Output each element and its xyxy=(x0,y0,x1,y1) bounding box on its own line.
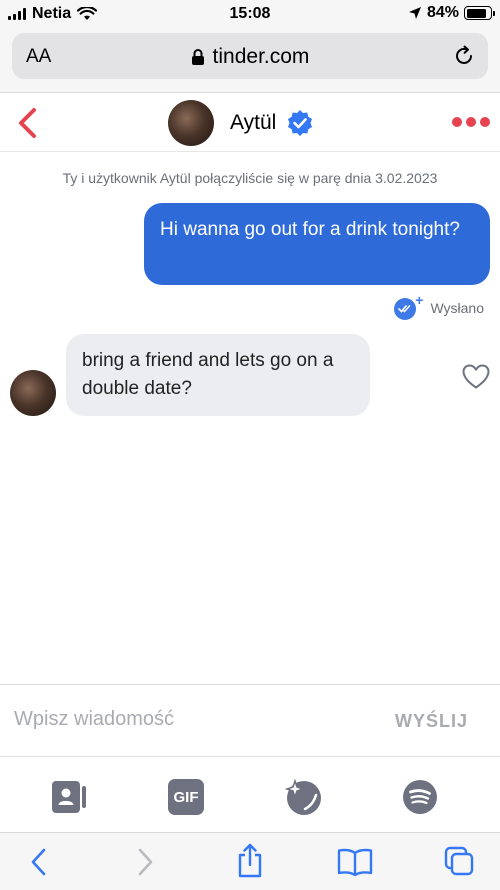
contact-name[interactable]: Aytül xyxy=(230,111,276,135)
more-options-icon[interactable] xyxy=(452,117,490,127)
back-icon[interactable] xyxy=(28,847,50,877)
attachment-toolbar: GIF xyxy=(0,756,500,832)
incoming-message: bring a friend and lets go on a double d… xyxy=(66,334,370,416)
location-arrow-icon xyxy=(408,7,421,19)
sparkle-icon[interactable] xyxy=(283,777,323,817)
battery-level xyxy=(466,8,486,18)
gif-label: GIF xyxy=(168,779,204,815)
forward-icon[interactable] xyxy=(134,847,156,877)
spotify-icon[interactable] xyxy=(400,777,440,817)
contact-avatar[interactable] xyxy=(168,100,214,146)
battery-icon xyxy=(464,6,495,20)
match-info: Ty i użytkownik Aytül połączyliście się … xyxy=(62,170,438,186)
address-bar[interactable]: AA tinder.com xyxy=(12,33,488,79)
battery-percent: 84% xyxy=(426,4,459,21)
heart-icon[interactable] xyxy=(462,364,490,390)
send-button[interactable]: WYŚLIJ xyxy=(395,711,468,732)
reload-icon[interactable] xyxy=(452,44,476,68)
status-bar: Netia 15:08 84% xyxy=(0,0,500,28)
chat-header: Aytül xyxy=(0,92,500,152)
browser-bar: AA tinder.com xyxy=(0,28,500,92)
read-receipt-icon[interactable]: + xyxy=(394,292,423,320)
sent-label: Wysłano xyxy=(430,300,484,316)
contact-avatar-small[interactable] xyxy=(10,370,56,416)
bookmarks-icon[interactable] xyxy=(337,847,373,877)
message-status: + Wysłano xyxy=(394,292,484,320)
gif-icon[interactable]: GIF xyxy=(166,777,206,817)
tabs-icon[interactable] xyxy=(443,845,475,877)
message-input[interactable] xyxy=(14,701,354,737)
message-composer: WYŚLIJ xyxy=(0,684,500,756)
share-icon[interactable] xyxy=(236,843,264,879)
back-chevron-icon[interactable] xyxy=(16,107,40,139)
lock-icon xyxy=(191,49,204,65)
safari-toolbar xyxy=(0,832,500,890)
contact-card-icon[interactable] xyxy=(49,777,89,817)
outgoing-message: Hi wanna go out for a drink tonight? xyxy=(144,203,490,285)
verified-badge-icon xyxy=(288,110,312,136)
url-domain: tinder.com xyxy=(212,45,310,68)
